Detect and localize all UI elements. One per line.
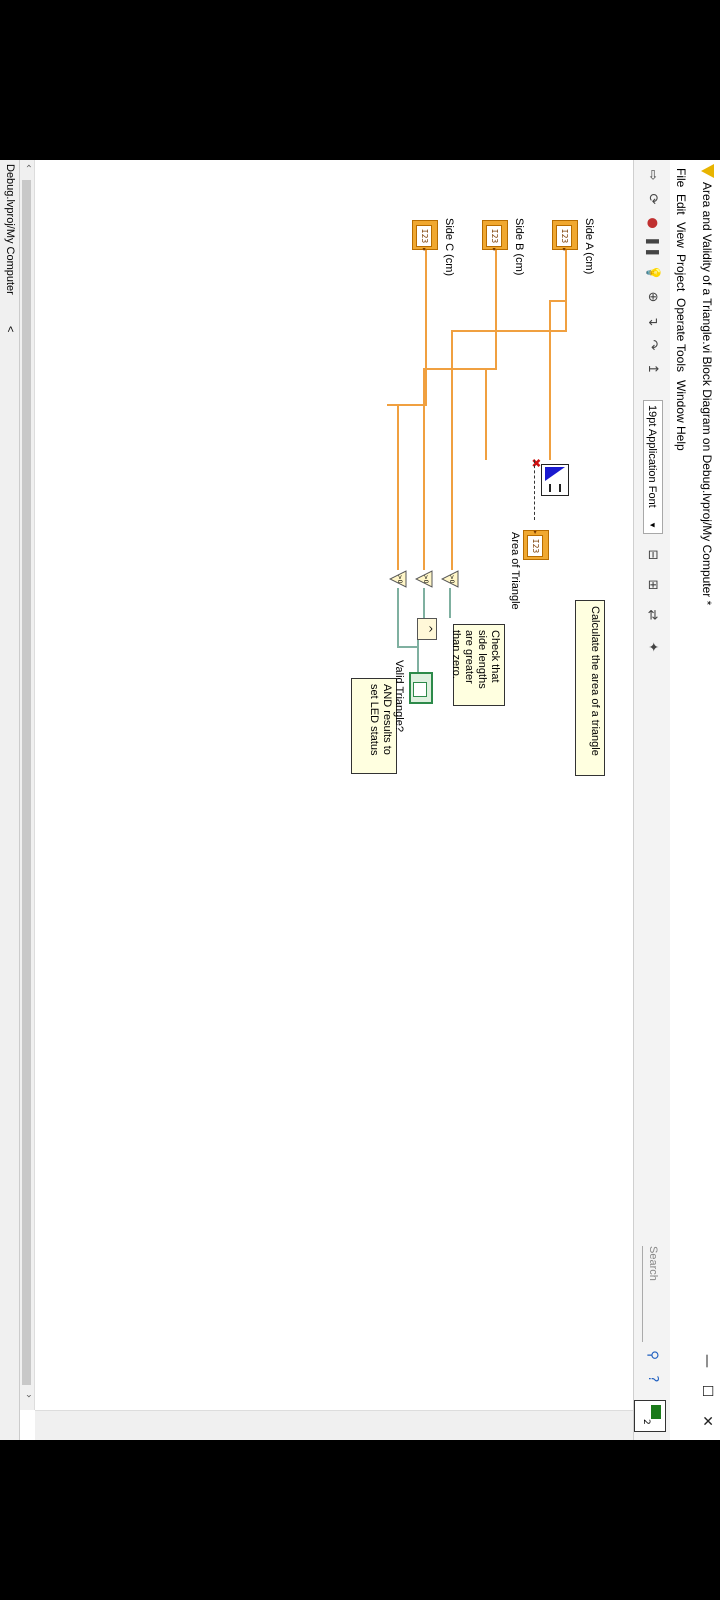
horizontal-scrollbar[interactable]: ‹ ›: [19, 160, 35, 1410]
wire-a-to-subvi: [549, 300, 551, 460]
step-into-icon[interactable]: ↴: [643, 312, 661, 330]
wire-c-v: [387, 404, 427, 406]
search-placeholder: Search: [647, 1246, 659, 1281]
wire-c-h: [425, 250, 427, 404]
status-bar: Debug.lvproj/My Computer <: [0, 160, 20, 1440]
side-c-terminal[interactable]: I23: [412, 220, 438, 250]
chevron-down-icon: ▼: [648, 521, 657, 529]
highlight-execution-icon[interactable]: 💡: [643, 264, 661, 282]
and-comment: AND results to set LED status: [351, 678, 397, 774]
help-icon[interactable]: ?: [643, 1370, 661, 1388]
menu-file[interactable]: File: [674, 168, 688, 187]
menu-help[interactable]: Help: [674, 426, 688, 451]
svg-text:>0: >0: [396, 575, 403, 584]
path-arrow[interactable]: <: [4, 326, 16, 332]
align-objects-icon[interactable]: ⊟: [643, 546, 661, 564]
pause-icon[interactable]: ❚❚: [643, 236, 661, 258]
check-comment: Check that side lengths are greater than…: [450, 624, 505, 706]
search-icon[interactable]: ⚲: [643, 1346, 661, 1364]
greater-than-zero-a[interactable]: >0: [441, 570, 459, 588]
valid-triangle-label: Valid Triangle?: [393, 660, 405, 732]
step-over-icon[interactable]: ↷: [643, 336, 661, 354]
svg-text:>0: >0: [448, 575, 455, 584]
menu-bar: File Edit View Project Operate Tools Win…: [670, 160, 692, 1440]
close-button[interactable]: ✕: [697, 1410, 717, 1432]
labview-app-icon: [701, 164, 714, 178]
valid-triangle-led[interactable]: [409, 672, 433, 704]
menu-operate[interactable]: Operate: [674, 298, 688, 341]
font-select-value: 19pt Application Font: [646, 405, 658, 508]
area-terminal[interactable]: I23: [523, 530, 549, 560]
wire-b-h: [495, 250, 497, 368]
reorder-icon[interactable]: ⇄: [643, 606, 661, 624]
labview-window: Area and Validity of a Triangle.vi Block…: [0, 160, 720, 1440]
bool-wire-c-up: [397, 646, 419, 648]
menu-project[interactable]: Project: [674, 254, 688, 291]
vertical-scrollbar[interactable]: [35, 1410, 633, 1440]
bool-wire-c: [397, 588, 399, 648]
wire-b-to-subvi: [485, 368, 487, 460]
area-comment: Calculate the area of a triangle: [575, 600, 605, 776]
abort-icon[interactable]: ●: [643, 214, 661, 232]
wire-b-v: [441, 368, 497, 370]
retain-wire-values-icon[interactable]: ⊕: [643, 288, 661, 306]
clean-up-diagram-icon[interactable]: ✦: [643, 638, 661, 656]
toolbar: ⇨ ⟳ ● ❚❚ 💡 ⊕ ↴ ↷ ↥ 19pt Application Font…: [633, 160, 670, 1440]
side-c-type: I23: [416, 225, 432, 247]
side-a-label: Side A (cm): [583, 218, 595, 275]
distribute-objects-icon[interactable]: ⊞: [643, 576, 661, 594]
side-b-label: Side B (cm): [513, 218, 525, 276]
wire-b-down: [425, 368, 443, 370]
greater-than-zero-b[interactable]: >0: [415, 570, 433, 588]
project-path: Debug.lvproj/My Computer: [4, 164, 16, 295]
area-subvi[interactable]: [541, 464, 569, 496]
run-continuously-icon[interactable]: ⟳: [643, 190, 661, 208]
scroll-right-icon[interactable]: ›: [23, 1394, 34, 1398]
maximize-button[interactable]: ☐: [697, 1380, 717, 1402]
wire-a-v: [477, 330, 567, 332]
area-label: Area of Triangle: [509, 532, 521, 610]
scroll-left-icon[interactable]: ‹: [23, 164, 34, 168]
side-b-terminal[interactable]: I23: [482, 220, 508, 250]
wire-a-to-cmp: [451, 330, 453, 570]
greater-than-zero-c[interactable]: >0: [389, 570, 407, 588]
bool-wire-out: [417, 640, 419, 672]
block-diagram-canvas[interactable]: I23 Side A (cm) I23 Side B (cm) I23 Side…: [35, 160, 633, 1410]
and-node[interactable]: ^: [417, 618, 437, 640]
screen: Area and Validity of a Triangle.vi Block…: [0, 0, 720, 1600]
font-select[interactable]: 19pt Application Font ▼: [643, 400, 663, 534]
wire-b-to-cmp: [423, 368, 425, 570]
wire-c-to-cmp: [397, 404, 399, 570]
window-title: Area and Validity of a Triangle.vi Block…: [700, 182, 714, 606]
step-out-icon[interactable]: ↥: [643, 360, 661, 378]
menu-edit[interactable]: Edit: [674, 194, 688, 215]
area-type: I23: [527, 535, 543, 557]
search-input[interactable]: Search: [642, 1246, 663, 1342]
svg-text:>0: >0: [422, 575, 429, 584]
wire-a-down: [451, 330, 477, 332]
broken-wire-icon: ✖: [529, 458, 543, 469]
side-c-label: Side C (cm): [443, 218, 455, 277]
broken-wire: [534, 460, 535, 520]
wire-a-h: [565, 250, 567, 330]
scroll-thumb[interactable]: [22, 180, 31, 1385]
title-bar: Area and Validity of a Triangle.vi Block…: [692, 160, 720, 1440]
wire-a-branch: [551, 300, 567, 302]
menu-tools[interactable]: Tools: [674, 344, 688, 372]
bool-wire-b: [423, 588, 425, 618]
menu-view[interactable]: View: [674, 222, 688, 248]
menu-window[interactable]: Window: [674, 380, 688, 423]
run-arrow-icon[interactable]: ⇨: [643, 166, 661, 184]
vi-icon[interactable]: 2: [634, 1400, 666, 1432]
bool-wire-a: [449, 588, 451, 618]
side-b-type: I23: [486, 225, 502, 247]
side-a-type: I23: [556, 225, 572, 247]
minimize-button[interactable]: —: [697, 1350, 717, 1372]
side-a-terminal[interactable]: I23: [552, 220, 578, 250]
